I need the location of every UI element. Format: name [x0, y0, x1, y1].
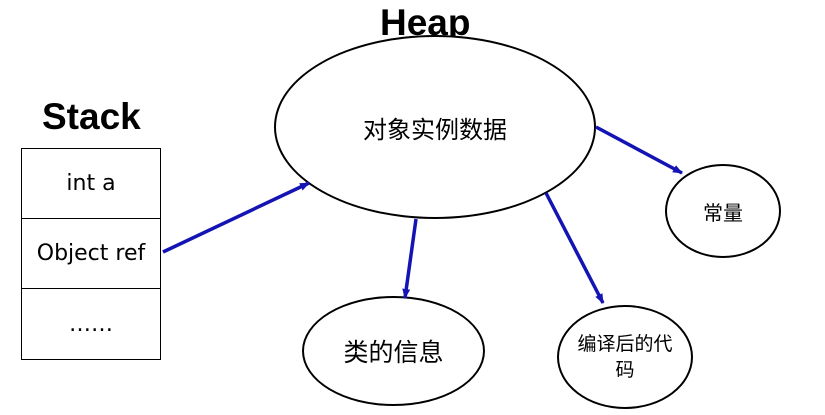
arrow-heap-to-compiled-code	[544, 192, 605, 304]
constants-node: 常量	[665, 164, 781, 258]
stack-cell-int-a: int a	[22, 149, 160, 219]
arrow-heap-to-constants	[595, 125, 683, 175]
class-info-node: 类的信息	[302, 296, 485, 406]
compiled-code-node: 编译后的代码	[557, 305, 693, 409]
heap-object-instance-label: 对象实例数据	[363, 115, 507, 144]
compiled-code-label: 编译后的代码	[577, 333, 673, 381]
constants-label: 常量	[703, 200, 743, 225]
stack-cell-ellipsis: ……	[69, 311, 113, 337]
stack-box: int a Object ref ……	[21, 148, 161, 360]
heap-object-instance-node: 对象实例数据	[274, 35, 596, 219]
arrow-heap-to-class-info	[402, 218, 418, 299]
stack-title: Stack	[42, 96, 141, 137]
arrow-ref-to-heap	[162, 181, 310, 254]
stack-cell-object-ref: Object ref	[22, 219, 160, 289]
class-info-label: 类的信息	[343, 338, 444, 367]
